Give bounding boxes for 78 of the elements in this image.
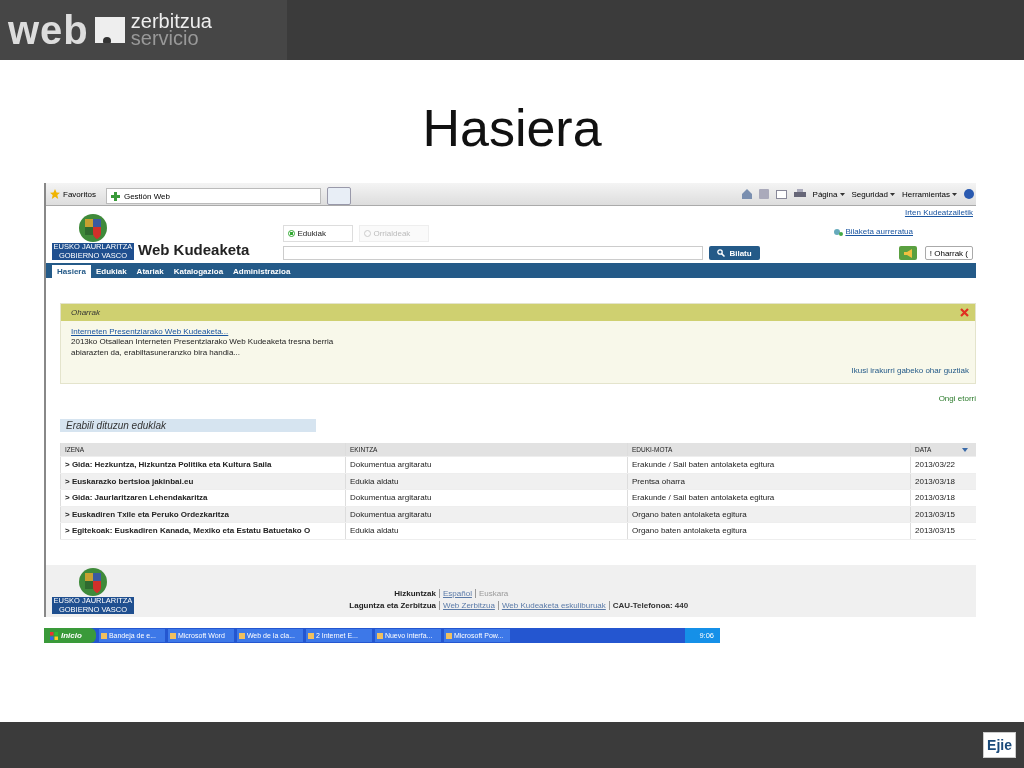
footer-label: Hizkuntzak: [393, 589, 436, 598]
menu-button[interactable]: Herramientas: [902, 189, 957, 199]
table-cell: 2013/03/22: [910, 457, 976, 473]
new-tab-button[interactable]: [326, 187, 351, 205]
table-cell: Organo baten antolaketa egitura: [627, 523, 910, 539]
panel-title: Oharrak: [71, 308, 100, 317]
radio-option[interactable]: Edukiak: [283, 225, 354, 242]
home-icon: [741, 189, 752, 199]
advanced-search-link[interactable]: Bilaketa aurreratua: [845, 227, 913, 236]
menu-button[interactable]: Página: [812, 189, 845, 199]
content-link[interactable]: > Gida: Jaurlaritzaren Lehendakaritza: [60, 490, 345, 506]
footer-link[interactable]: Web Kudeaketa eskuliburuak: [497, 601, 606, 610]
menu-button[interactable]: Seguridad: [851, 189, 895, 199]
welcome-text: Ongi etorri: [938, 394, 976, 403]
browser-tab[interactable]: Gestión Web: [105, 188, 321, 204]
close-icon: [960, 308, 969, 317]
start-button[interactable]: Inicio: [44, 628, 96, 643]
coat-of-arms-drawing: [78, 213, 108, 243]
nav-tab[interactable]: Atariak: [131, 265, 169, 278]
caret-icon: [839, 192, 845, 196]
caret-icon: [952, 192, 957, 196]
table-cell: Edukia aldatu: [345, 523, 627, 539]
table-cell: Erakunde / Sail baten antolaketa egitura: [627, 457, 910, 473]
nav-tab[interactable]: Hasiera: [52, 265, 91, 278]
notice-text: 2013ko Otsailean Interneten Presentziarako Web Kudeaketa tresna berria abiarazten da, erabiltasuneranzko bira handia...: [71, 336, 335, 358]
window-icon: [100, 632, 107, 639]
notices-button[interactable]: ! Oharrak (: [924, 246, 973, 260]
caret-icon: [890, 192, 895, 196]
nav-tab[interactable]: Edukiak: [90, 265, 132, 278]
window-icon: [376, 632, 383, 639]
box-icon: [94, 17, 125, 43]
table-cell: Dokumentua argitaratu: [345, 457, 627, 473]
announce-button[interactable]: [898, 246, 917, 260]
table-cell: Dokumentua argitaratu: [345, 506, 627, 522]
coat-of-arms-drawing: [78, 567, 108, 597]
table-cell: Dokumentua argitaratu: [345, 490, 627, 506]
logout-link[interactable]: Irten Kudeatzailetik: [904, 208, 973, 217]
mail-icon: [775, 189, 787, 199]
printer-icon: [793, 189, 806, 199]
table-cell: 2013/03/15: [910, 523, 976, 539]
window-icon: [307, 632, 314, 639]
nav-tab[interactable]: Administrazioa: [228, 265, 296, 278]
all-notices-link[interactable]: Ikusi irakurri gabeko ohar guztiak: [851, 366, 969, 375]
table-cell: Organo baten antolaketa egitura: [627, 506, 910, 522]
footer-link[interactable]: Web Zerbitzua: [439, 601, 495, 610]
window-icon: [169, 632, 176, 639]
megaphone-icon: [902, 248, 913, 258]
content-link[interactable]: > Gida: Hezkuntza, Hizkuntza Politika eta Kultura Saila: [60, 457, 345, 473]
table-cell: Edukia aldatu: [345, 473, 627, 489]
content-link[interactable]: > Euskarazko bertsioa jakinbai.eu: [60, 473, 345, 489]
brand-logo: web zerbitzua servicio: [0, 0, 287, 60]
favorites-button[interactable]: Favoritos: [46, 189, 100, 199]
window-icon: [238, 632, 245, 639]
content-link[interactable]: > Egitekoak: Euskadiren Kanada, Mexiko eta Estatu Batuetako O: [60, 523, 345, 539]
star-icon: [50, 189, 60, 199]
language-link[interactable]: Español: [439, 589, 472, 598]
brand-text: zerbitzua: [130, 13, 212, 30]
search-button[interactable]: Bilatu: [709, 246, 760, 260]
content-link[interactable]: > Euskadiren Txile eta Peruko Ordezkaritza: [60, 506, 345, 522]
table-cell: Prentsa oharra: [627, 473, 910, 489]
ejie-logo: Ejie: [983, 732, 1016, 758]
table-cell: 2013/03/18: [910, 473, 976, 489]
app-title: Web Kudeaketa: [138, 241, 250, 260]
table-cell: Erakunde / Sail baten antolaketa egitura: [627, 490, 910, 506]
table-cell: 2013/03/18: [910, 490, 976, 506]
notice-link[interactable]: Interneten Presentziarako Web Kudeaketa...: [71, 327, 969, 336]
footer-label: Laguntza eta Zerbitzua: [348, 601, 436, 610]
phone-text: CAU-Telefonoa: 440: [608, 601, 689, 610]
search-field[interactable]: [283, 246, 704, 260]
sort-arrow-icon: [962, 447, 968, 452]
page-icon: [110, 191, 120, 201]
brand-text: servicio: [130, 30, 199, 47]
nav-tab[interactable]: Katalogazioa: [168, 265, 229, 278]
slide-title: Hasiera: [421, 98, 603, 159]
window-icon: [445, 632, 452, 639]
windows-flag-icon: [50, 631, 58, 640]
section-title: Erabili dituzun eduklak: [60, 419, 316, 432]
table-cell: 2013/03/15: [910, 506, 976, 522]
